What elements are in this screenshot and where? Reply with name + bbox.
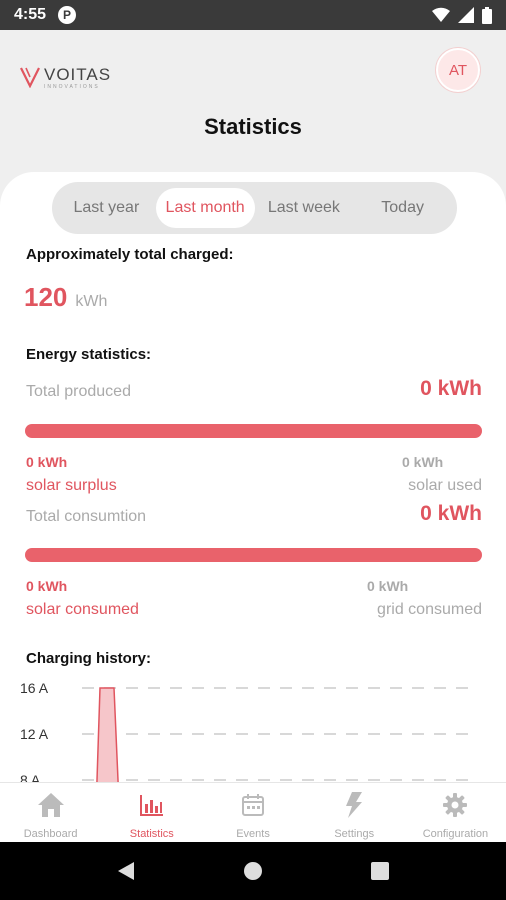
tab-last-year[interactable]: Last year: [57, 188, 156, 228]
calendar-icon: [239, 791, 267, 819]
nav-settings[interactable]: Settings: [304, 783, 405, 842]
charging-history-label: Charging history:: [26, 650, 152, 667]
logo-subtitle: INNOVATIONS: [44, 84, 100, 90]
bar-chart-icon: [138, 791, 166, 819]
consumption-bar: [25, 548, 482, 562]
energy-statistics-label: Energy statistics:: [26, 346, 152, 363]
statistics-card: Last year Last month Last week Today App…: [0, 172, 506, 782]
solar-surplus-value: 0 kWh: [26, 454, 68, 470]
tab-last-week[interactable]: Last week: [255, 188, 354, 228]
solar-used-value: 0 kWh: [402, 454, 444, 470]
nav-events[interactable]: Events: [202, 783, 303, 842]
home-circle-icon[interactable]: [243, 861, 263, 881]
solar-used-label: solar used: [408, 477, 482, 494]
android-nav-bar: [0, 842, 506, 900]
solar-consumed-label: solar consumed: [26, 601, 139, 618]
page-title: Statistics: [204, 114, 302, 139]
total-charged-label: Approximately total charged:: [26, 246, 234, 263]
solar-surplus-label: solar surplus: [26, 477, 117, 494]
y-tick-label: 12 A: [20, 726, 49, 742]
bottom-nav: Dashboard Statistics Events Settings Con…: [0, 782, 506, 842]
recents-icon[interactable]: [371, 862, 389, 880]
total-charged-value: 120 kWh: [24, 282, 107, 313]
solar-consumed-value: 0 kWh: [26, 578, 68, 594]
app-notification-icon: P: [58, 6, 77, 24]
gear-icon: [441, 791, 469, 819]
nav-settings-label: Settings: [334, 828, 375, 840]
charging-history-chart: 16 A 12 A 8 A: [20, 680, 473, 782]
avatar[interactable]: AT: [436, 48, 480, 92]
status-bar: 4:55 P: [0, 0, 506, 30]
total-consumption-label: Total consumtion: [26, 508, 147, 525]
total-charged-unit: kWh: [75, 293, 108, 310]
produced-bar: [25, 424, 482, 438]
nav-configuration[interactable]: Configuration: [405, 783, 506, 842]
total-charged-number: 120: [24, 282, 68, 312]
tab-last-month[interactable]: Last month: [155, 188, 255, 228]
nav-dashboard-label: Dashboard: [23, 828, 78, 840]
nav-statistics[interactable]: Statistics: [101, 783, 202, 842]
nav-dashboard[interactable]: Dashboard: [0, 783, 101, 842]
y-tick-label: 8 A: [20, 772, 41, 782]
voitas-logo: VOITAS INNOVATIONS: [20, 66, 111, 90]
voitas-logo-mark: [20, 67, 40, 88]
back-icon[interactable]: [117, 861, 135, 881]
logo-name: VOITAS: [44, 65, 112, 84]
grid-consumed-label: grid consumed: [377, 601, 482, 618]
battery-icon: [482, 6, 492, 24]
charging-series-area: [96, 687, 119, 782]
home-icon: [37, 791, 65, 819]
tab-today[interactable]: Today: [353, 188, 452, 228]
grid-consumed-value: 0 kWh: [367, 578, 409, 594]
wifi-icon: [432, 7, 450, 23]
lightning-icon: [340, 791, 368, 819]
header: VOITAS INNOVATIONS AT Statistics: [0, 30, 506, 180]
nav-events-label: Events: [236, 828, 270, 840]
nav-statistics-label: Statistics: [129, 828, 174, 840]
y-tick-label: 16 A: [20, 680, 49, 696]
total-produced-value: 0 kWh: [420, 377, 482, 400]
period-tabs: Last year Last month Last week Today: [52, 182, 457, 234]
signal-icon: [458, 7, 474, 23]
total-consumption-value: 0 kWh: [420, 502, 482, 525]
status-time: 4:55: [14, 6, 47, 23]
nav-configuration-label: Configuration: [422, 828, 489, 840]
total-produced-label: Total produced: [26, 383, 131, 400]
